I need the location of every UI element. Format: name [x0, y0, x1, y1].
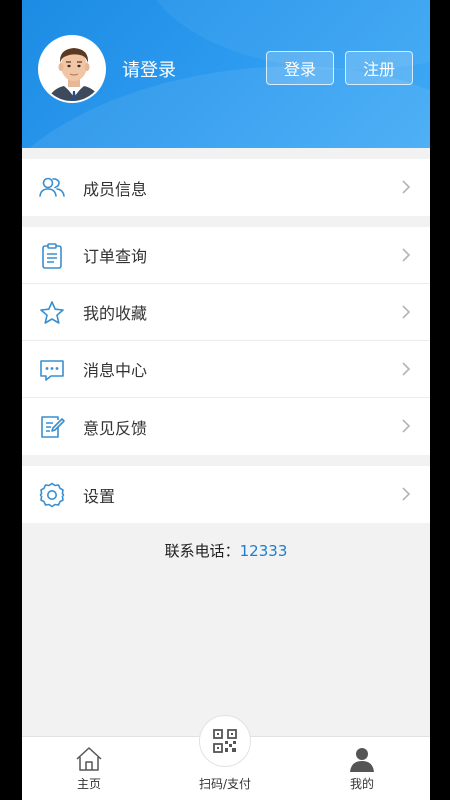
- menu-item-feedback[interactable]: 意见反馈: [22, 398, 430, 455]
- login-prompt[interactable]: 请登录: [122, 56, 176, 82]
- contact-label: 联系电话：: [164, 542, 240, 560]
- tab-home[interactable]: 主页: [39, 737, 139, 800]
- tab-mine[interactable]: 我的: [312, 737, 412, 800]
- person-icon: [350, 748, 374, 772]
- chevron-right-icon: [402, 305, 411, 319]
- feedback-icon: [41, 416, 65, 438]
- tab-mine-label: 我的: [349, 777, 374, 791]
- menu-item-label: 成员信息: [83, 179, 148, 199]
- tab-bar: 主页 扫码/支付 我的: [22, 715, 430, 800]
- menu-item-orders[interactable]: 订单查询: [22, 227, 430, 284]
- chevron-right-icon: [402, 362, 411, 376]
- star-icon: [40, 301, 64, 324]
- avatar-icon: [40, 37, 104, 101]
- device-frame-left: [0, 0, 22, 800]
- register-button[interactable]: 注册: [345, 51, 413, 85]
- clipboard-icon: [42, 243, 62, 269]
- contact-phone[interactable]: 12333: [240, 542, 288, 560]
- members-icon: [39, 177, 65, 197]
- screen: 请登录 登录 注册 成员信息 订单查询 我的收藏 消息中心 意见反馈 设置 联系…: [22, 0, 430, 800]
- home-icon: [76, 747, 102, 771]
- message-icon: [40, 360, 64, 381]
- tab-scan-pay[interactable]: 扫码/支付: [175, 715, 275, 800]
- menu-item-messages[interactable]: 消息中心: [22, 341, 430, 398]
- menu-group-settings: 设置: [22, 466, 430, 523]
- menu-item-label: 我的收藏: [83, 304, 148, 323]
- profile-header: 请登录 登录 注册: [22, 0, 430, 148]
- tab-scan-label: 扫码/支付: [198, 777, 252, 791]
- device-frame-right: [430, 0, 450, 800]
- contact-info: 联系电话：12333: [22, 540, 430, 561]
- chevron-right-icon: [402, 419, 411, 433]
- chevron-right-icon: [402, 248, 411, 262]
- qr-code-icon: [213, 729, 237, 753]
- menu-item-label: 消息中心: [83, 361, 148, 380]
- tab-home-label: 主页: [76, 777, 101, 791]
- chevron-right-icon: [402, 180, 411, 194]
- login-button[interactable]: 登录: [266, 51, 334, 85]
- avatar[interactable]: [38, 35, 106, 103]
- menu-item-label: 设置: [83, 486, 116, 506]
- chevron-right-icon: [402, 487, 411, 501]
- gear-icon: [39, 482, 65, 508]
- menu-group-members: 成员信息: [22, 159, 430, 216]
- menu-item-label: 订单查询: [83, 247, 148, 266]
- menu-item-label: 意见反馈: [83, 418, 148, 438]
- scan-button[interactable]: [199, 715, 251, 767]
- menu-item-settings[interactable]: 设置: [22, 466, 430, 523]
- menu-group-main: 订单查询 我的收藏 消息中心 意见反馈: [22, 227, 430, 455]
- menu-item-favorites[interactable]: 我的收藏: [22, 284, 430, 341]
- menu-item-members[interactable]: 成员信息: [22, 159, 430, 216]
